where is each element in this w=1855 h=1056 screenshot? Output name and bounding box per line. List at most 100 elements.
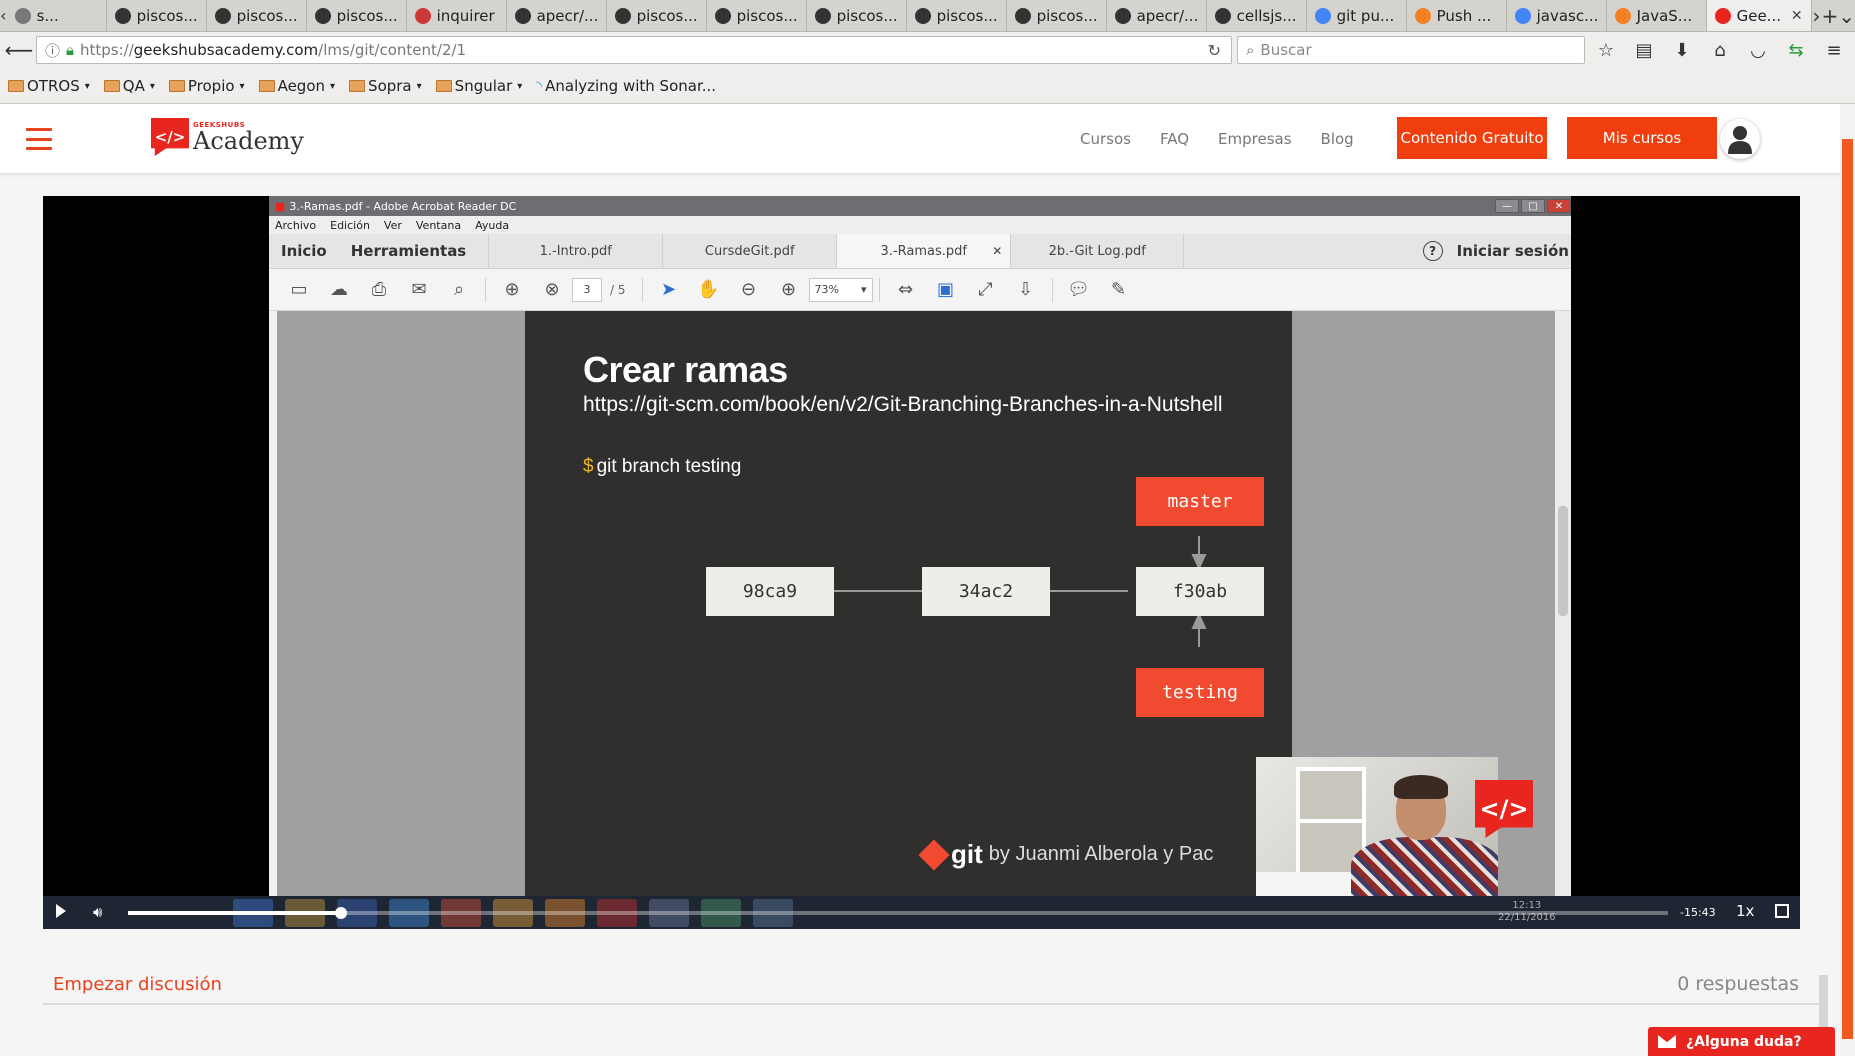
bookmark-folder[interactable]: QA ▾ (103, 77, 161, 95)
bookmark-folder[interactable]: Sngular ▾ (435, 77, 529, 95)
browser-tab[interactable]: Push ... (1407, 0, 1507, 31)
browser-tab[interactable]: piscos... (807, 0, 907, 31)
zoom-field: 73% ▾ (808, 277, 873, 302)
bookmark-link-sonar[interactable]: ◝ Analyzing with Sonar... (536, 77, 722, 95)
my-courses-button[interactable]: Mis cursos (1567, 117, 1717, 159)
browser-tab[interactable]: apecr/... (507, 0, 607, 31)
page-scrollbar[interactable] (1840, 104, 1855, 1056)
acrobat-window-title: 3.-Ramas.pdf - Adobe Acrobat Reader DC (289, 199, 517, 213)
downloads-icon[interactable]: ⬇ (1671, 40, 1693, 61)
bookmark-folder-label: Propio (187, 77, 235, 95)
info-icon[interactable]: ⓘ (45, 40, 60, 61)
slide-author: by Juanmi Alberola y Pac (988, 843, 1214, 865)
browser-tab[interactable]: apecr/... (1107, 0, 1207, 31)
help-chat-button[interactable]: ¿Alguna duda? (1648, 1027, 1835, 1056)
back-icon[interactable]: ⟵ (2, 35, 36, 65)
volume-icon[interactable]: 🔊︎ (93, 903, 102, 921)
logo-badge: </> (151, 118, 189, 156)
play-icon[interactable] (56, 904, 66, 918)
page-scrollbar-thumb[interactable] (1842, 139, 1853, 1039)
branch-testing: testing (1136, 668, 1264, 717)
browser-tab-active[interactable]: Gee... ✕ (1706, 0, 1812, 31)
chevron-down-icon: ▾ (149, 80, 155, 92)
minimize-icon: — (1495, 199, 1519, 213)
instructor-webcam (1256, 757, 1498, 897)
playback-rate-button[interactable]: 1x (1736, 902, 1754, 920)
zoom-value: 73% (814, 283, 839, 296)
folder-icon (435, 80, 452, 92)
reading-list-icon[interactable]: ▤ (1633, 40, 1655, 61)
browser-tab[interactable]: s... (7, 0, 107, 31)
folder-icon (8, 80, 24, 92)
avatar[interactable] (1720, 119, 1760, 159)
hand-icon: ✋ (697, 279, 720, 300)
start-discussion-link[interactable]: Empezar discusión (53, 974, 222, 995)
url-bar[interactable]: ⓘ 🔒︎ https://geekshubsacademy.com/lms/gi… (36, 36, 1232, 64)
github-icon (914, 7, 931, 24)
menu-icon[interactable]: ≡ (1823, 40, 1845, 61)
browser-tab[interactable]: piscos... (907, 0, 1007, 31)
maximize-icon: □ (1521, 199, 1545, 213)
progress-handle[interactable] (334, 907, 347, 919)
browser-tab[interactable]: inquirer (407, 0, 507, 31)
nav-panel-toggle (269, 311, 277, 896)
site-nav: Cursos FAQ Empresas Blog (1080, 130, 1354, 148)
menu-ayuda: Ayuda (475, 218, 510, 232)
free-content-button[interactable]: Contenido Gratuito (1397, 117, 1547, 159)
video-progress-bar[interactable] (128, 907, 1668, 919)
browser-tab-label: piscos... (1036, 6, 1098, 25)
fullscreen-icon[interactable] (1775, 904, 1789, 918)
browser-tab[interactable]: cellsjs... (1207, 0, 1307, 31)
bookmark-folder-label: QA (122, 77, 145, 95)
geekshubs-icon (1714, 7, 1731, 24)
browser-tab[interactable]: piscos... (307, 0, 407, 31)
bookmark-folder[interactable]: Aegon ▾ (258, 77, 341, 95)
close-tab-icon[interactable]: ✕ (1791, 8, 1803, 24)
video-player[interactable]: ■ 3.-Ramas.pdf - Adobe Acrobat Reader DC… (43, 196, 1800, 929)
scroll-tabs-right-icon[interactable]: › (1812, 0, 1822, 31)
browser-tab[interactable]: piscos... (607, 0, 707, 31)
menu-ver: Ver (383, 218, 402, 232)
commit-node-head: f30ab (1136, 567, 1264, 616)
browser-tab-label: cellsjs... (1236, 6, 1297, 25)
url-path: /lms/git/content/2/1 (318, 41, 467, 59)
browser-tab[interactable]: piscos... (1007, 0, 1107, 31)
site-logo[interactable]: </> GEEKSHUBS Academy (151, 118, 304, 156)
sonar-icon: ◝ (536, 77, 543, 95)
home-icon[interactable]: ⌂ (1709, 40, 1731, 61)
nav-link-cursos[interactable]: Cursos (1080, 130, 1131, 148)
zoom-in-icon: ⊕ (780, 279, 797, 300)
bookmark-folder[interactable]: OTROS ▾ (8, 77, 96, 95)
sync-icon[interactable]: ⇆ (1785, 40, 1807, 61)
bookmark-folder[interactable]: Sopra ▾ (349, 77, 428, 95)
list-all-tabs-icon[interactable]: ⌄ (1838, 0, 1855, 31)
pocket-icon[interactable]: ◡ (1747, 40, 1769, 61)
new-tab-icon[interactable]: + (1821, 0, 1838, 31)
scroll-tabs-left-icon[interactable]: ‹ (0, 0, 7, 31)
browser-tab[interactable]: piscos... (107, 0, 207, 31)
browser-tab[interactable]: piscos... (207, 0, 307, 31)
nav-link-empresas[interactable]: Empresas (1218, 130, 1292, 148)
google-icon (1514, 7, 1531, 24)
github-icon (1214, 7, 1231, 24)
browser-tab[interactable]: git pu... (1307, 0, 1407, 31)
site-header: </> GEEKSHUBS Academy Cursos FAQ Empresa… (0, 104, 1840, 174)
url-prefix: https:// (80, 41, 134, 59)
doc-tab: 1.-Intro.pdf (488, 234, 662, 268)
bookmark-star-icon[interactable]: ☆ (1595, 40, 1617, 61)
bookmark-folder[interactable]: Propio ▾ (168, 77, 251, 95)
reload-icon[interactable]: ↻ (1208, 41, 1221, 60)
browser-tab[interactable]: piscos... (707, 0, 807, 31)
github-icon (314, 7, 331, 24)
nav-link-blog[interactable]: Blog (1321, 130, 1354, 148)
hamburger-menu-icon[interactable] (26, 128, 52, 150)
search-bar[interactable]: ⌕ Buscar (1237, 36, 1585, 64)
chevron-down-icon: ▾ (330, 80, 336, 92)
browser-tab[interactable]: JavaS... (1607, 0, 1707, 31)
chevron-down-icon: ▾ (416, 80, 422, 92)
github-icon (1014, 7, 1031, 24)
branch-master: master (1136, 477, 1264, 526)
email-icon: ✉ (411, 279, 427, 300)
browser-tab[interactable]: javasc... (1507, 0, 1607, 31)
nav-link-faq[interactable]: FAQ (1160, 130, 1189, 148)
